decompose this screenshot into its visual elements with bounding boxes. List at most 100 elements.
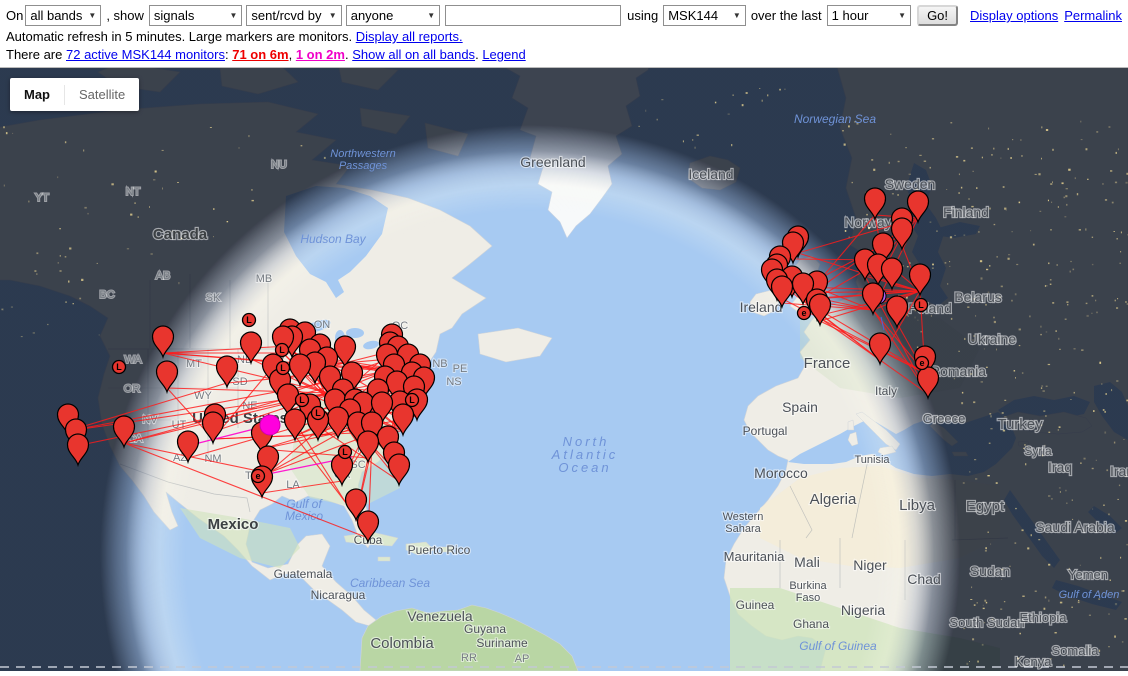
active-monitors-link[interactable]: 72 active MSK144 monitors — [66, 47, 225, 62]
svg-text:L: L — [279, 345, 285, 355]
show-label: , show — [106, 8, 144, 23]
report-marker-L[interactable]: L — [915, 299, 928, 312]
map-label-guinea: Guinea — [736, 598, 775, 612]
map-label-sk: SK — [206, 292, 221, 304]
map-label-on: ON — [314, 319, 331, 331]
monitors-6m-link[interactable]: 71 on 6m — [232, 47, 288, 62]
map-label-norwegian-sea: Norwegian Sea — [794, 112, 876, 126]
map-label-iceland: Iceland — [688, 166, 733, 182]
status-line-1: Automatic refresh in 5 minutes. Large ma… — [6, 28, 1122, 46]
map-label-iran: Iran — [1110, 463, 1128, 479]
report-marker-L[interactable]: L — [406, 394, 419, 407]
chevron-down-icon: ▼ — [88, 11, 96, 20]
map-label-belarus: Belarus — [954, 289, 1001, 305]
map-label-mb: MB — [256, 273, 273, 285]
map-label-mexico: Mexico — [285, 509, 323, 523]
map-label-ireland: Ireland — [740, 299, 783, 315]
status-line-2: There are 72 active MSK144 monitors: 71 … — [6, 46, 1122, 64]
map-label-portugal: Portugal — [743, 424, 788, 438]
report-marker-e[interactable]: e — [252, 470, 265, 483]
svg-text:e: e — [919, 358, 924, 368]
map-label-faso: Faso — [796, 592, 820, 604]
map-label-france: France — [804, 355, 851, 372]
map-label-ghana: Ghana — [793, 617, 829, 631]
chevron-down-icon: ▼ — [229, 11, 237, 20]
map-label-rr: RR — [461, 652, 477, 664]
map-label-kenya: Kenya — [1015, 654, 1053, 669]
map-container[interactable]: Map Satellite — [0, 67, 1128, 671]
map-label-algeria: Algeria — [810, 491, 857, 508]
map-tab[interactable]: Map — [10, 87, 64, 102]
report-marker-L[interactable]: L — [276, 344, 289, 357]
map-label-guatemala: Guatemala — [274, 567, 333, 581]
map-label-egypt: Egypt — [966, 498, 1005, 515]
who-select[interactable]: anyone▼ — [346, 5, 440, 26]
map-label-gulf-of-guinea: Gulf of Guinea — [799, 639, 877, 653]
map-label-colombia: Colombia — [370, 635, 434, 652]
map-label-yemen: Yemen — [1068, 567, 1108, 582]
go-button[interactable]: Go! — [917, 5, 958, 26]
map-label-or: OR — [124, 383, 141, 395]
report-marker-L[interactable]: L — [296, 394, 309, 407]
map-label-ethiopia: Ethiopia — [1020, 610, 1068, 625]
map-label-bc: BC — [99, 289, 114, 301]
map-label-gulf-of-aden: Gulf of Aden — [1059, 589, 1120, 601]
map-label-mauritania: Mauritania — [724, 549, 785, 564]
map-label-mt: MT — [186, 358, 202, 370]
show-all-bands-link[interactable]: Show all on all bands — [352, 47, 475, 62]
report-marker-e[interactable]: e — [916, 357, 929, 370]
svg-text:L: L — [918, 300, 924, 310]
map-label-syria: Syria — [1024, 444, 1052, 458]
report-marker-L[interactable]: L — [312, 407, 325, 420]
map-label-passages: Passages — [339, 160, 388, 172]
map-label-ns: NS — [446, 376, 461, 388]
map-label-yt: YT — [35, 192, 49, 204]
map-label-caribbean-sea: Caribbean Sea — [350, 576, 430, 590]
svg-text:e: e — [801, 308, 806, 318]
map-label-south-sudan: South Sudan — [949, 615, 1024, 630]
svg-text:L: L — [409, 395, 415, 405]
map-label-sweden: Sweden — [885, 176, 936, 192]
chevron-down-icon: ▼ — [427, 11, 435, 20]
show-select[interactable]: signals▼ — [149, 5, 243, 26]
map-label-nicaragua: Nicaragua — [311, 588, 366, 602]
map-label-suriname: Suriname — [476, 636, 528, 650]
time-select[interactable]: 1 hour▼ — [827, 5, 911, 26]
map-label-guyana: Guyana — [464, 622, 506, 636]
svg-text:L: L — [116, 362, 122, 372]
svg-text:L: L — [246, 315, 252, 325]
legend-link[interactable]: Legend — [482, 47, 525, 62]
on-label: On — [6, 8, 23, 23]
report-marker-e[interactable]: e — [798, 307, 811, 320]
monitor-marker-2m[interactable] — [260, 415, 280, 435]
map-label-niger: Niger — [853, 557, 887, 573]
display-all-reports-link[interactable]: Display all reports. — [356, 29, 463, 44]
report-marker-L[interactable]: L — [113, 361, 126, 374]
svg-text:L: L — [315, 408, 321, 418]
map-label-mexico: Mexico — [208, 516, 259, 533]
map-label-hudson-bay: Hudson Bay — [300, 232, 366, 246]
mode-select[interactable]: MSK144▼ — [663, 5, 746, 26]
band-select[interactable]: all bands▼ — [25, 5, 101, 26]
using-label: using — [627, 8, 658, 23]
filter-row: On all bands▼ , show signals▼ sent/rcvd … — [6, 3, 1122, 28]
world-map[interactable]: CanadaGreenlandIcelandMexicoGuatemalaNic… — [0, 68, 1128, 671]
satellite-tab[interactable]: Satellite — [65, 87, 139, 102]
map-label-canada: Canada — [153, 226, 208, 243]
svg-text:e: e — [255, 471, 260, 481]
monitors-2m-link[interactable]: 1 on 2m — [296, 47, 345, 62]
map-label-iraq: Iraq — [1048, 459, 1072, 475]
map-label-italy: Italy — [875, 384, 897, 398]
map-label-greece: Greece — [923, 411, 966, 426]
report-marker-L[interactable]: L — [243, 314, 256, 327]
callsign-input[interactable] — [445, 5, 621, 26]
map-label-finland: Finland — [943, 204, 989, 220]
refresh-text: Automatic refresh in 5 minutes. Large ma… — [6, 29, 352, 44]
map-label-nt: NT — [126, 186, 141, 198]
report-marker-L[interactable]: L — [277, 362, 290, 375]
direction-select[interactable]: sent/rcvd by▼ — [246, 5, 341, 26]
report-marker-L[interactable]: L — [339, 446, 352, 459]
permalink-link[interactable]: Permalink — [1064, 8, 1122, 23]
toolbar: On all bands▼ , show signals▼ sent/rcvd … — [0, 0, 1128, 64]
display-options-link[interactable]: Display options — [970, 8, 1058, 23]
